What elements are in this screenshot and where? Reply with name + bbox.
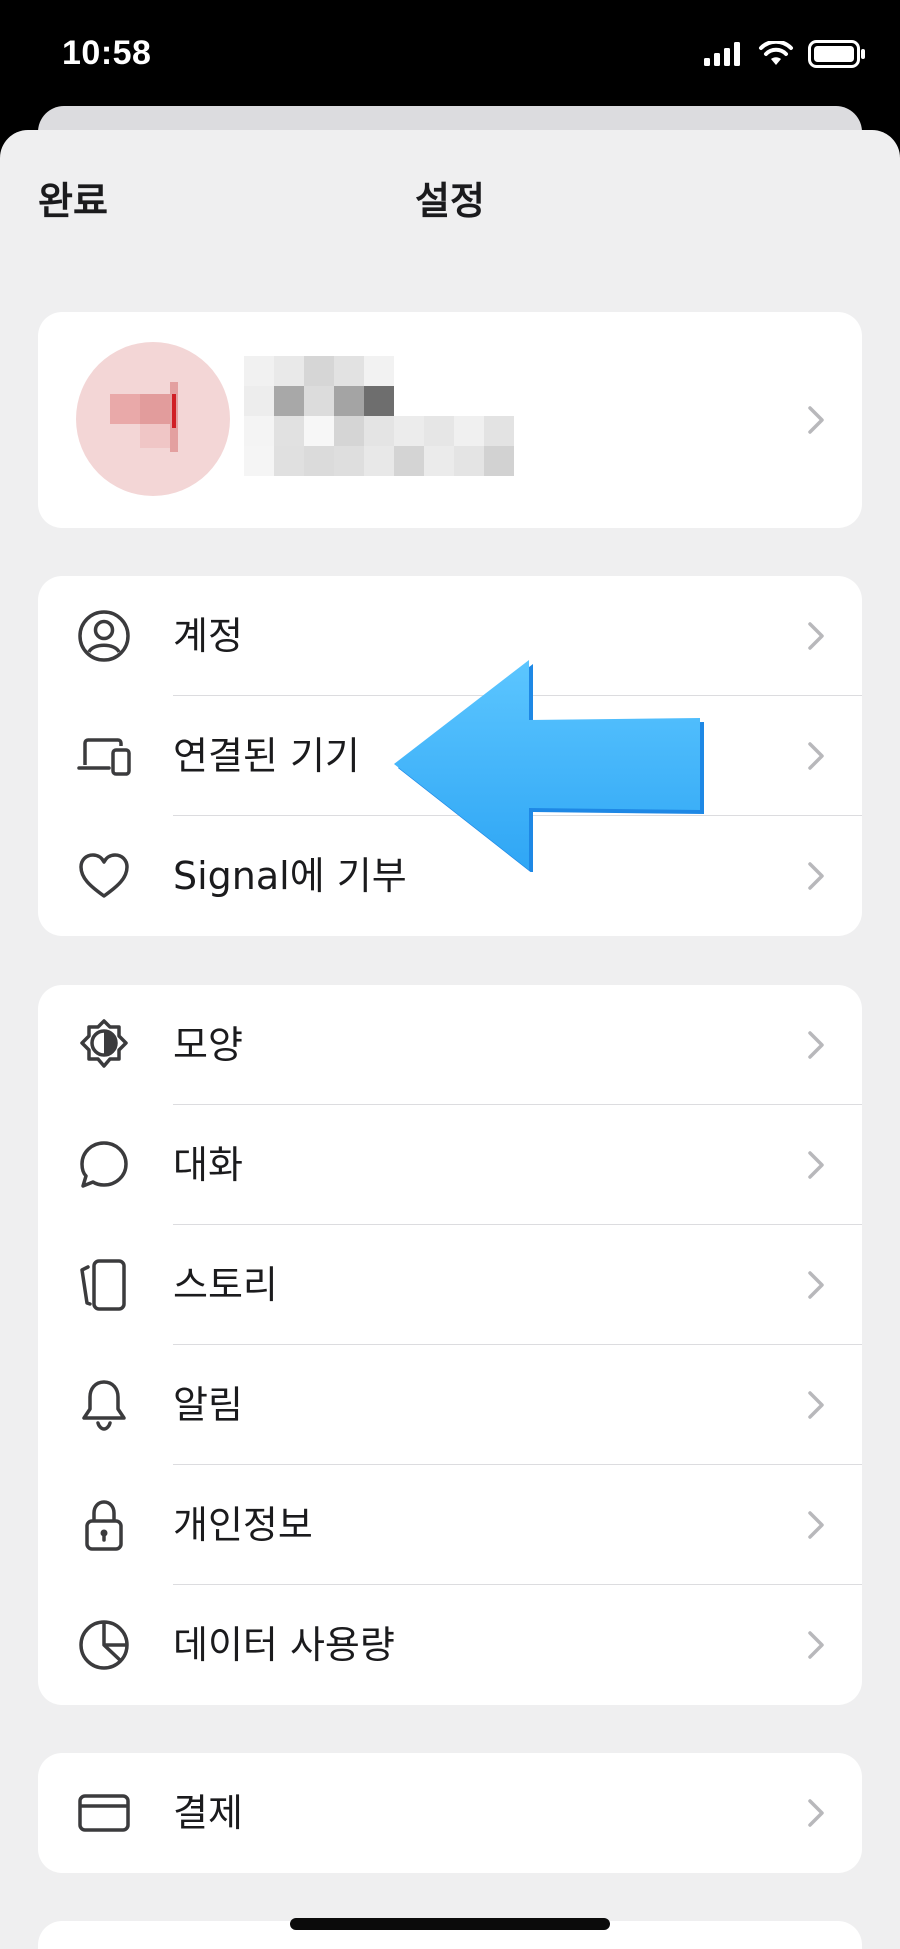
card-icon [78,1794,130,1832]
avatar [76,342,230,496]
row-label: Signal에 기부 [173,854,407,898]
row-stories[interactable]: 스토리 [38,1225,862,1345]
chevron-right-icon [808,622,824,650]
row-label: 데이터 사용량 [173,1623,395,1667]
row-payments[interactable]: 결제 [38,1753,862,1873]
bell-icon [82,1380,126,1431]
linked-devices-icon [77,738,131,776]
chevron-right-icon [808,1799,824,1827]
status-time: 10:58 [62,34,152,72]
chevron-right-icon [808,1271,824,1299]
page-title: 설정 [415,179,485,223]
chevron-right-icon [808,742,824,770]
account-icon [78,610,130,662]
chevron-right-icon [808,406,824,434]
cellular-signal-icon [704,42,740,66]
row-label: 결제 [173,1791,243,1835]
row-label: 모양 [173,1023,243,1067]
chevron-right-icon [808,1151,824,1179]
row-chats[interactable]: 대화 [38,1105,862,1225]
status-bar: 10:58 [0,0,900,120]
row-label: 연결된 기기 [173,734,360,778]
settings-group-2: 모양 대화 스토리 알림 개인정보 데이터 사용량 [38,985,862,1705]
chevron-right-icon [808,1391,824,1419]
chevron-right-icon [808,1511,824,1539]
settings-sheet: 설정 완료 계정 연결된 기기 Signal에 기부 모양 대화 스토리 알림 … [0,130,900,1949]
row-appearance[interactable]: 모양 [38,985,862,1105]
data-usage-icon [79,1620,129,1670]
battery-icon [808,40,865,68]
row-notifications[interactable]: 알림 [38,1345,862,1465]
stories-icon [80,1259,126,1311]
home-indicator [290,1918,610,1930]
row-label: 알림 [173,1383,243,1427]
row-label: 대화 [173,1143,243,1187]
row-data-usage[interactable]: 데이터 사용량 [38,1585,862,1705]
row-label: 계정 [173,614,243,658]
chat-icon [80,1141,128,1188]
heart-icon [79,853,129,898]
wifi-icon [759,41,793,65]
row-label: 개인정보 [173,1503,313,1547]
chevron-right-icon [808,1031,824,1059]
chevron-right-icon [808,862,824,890]
chevron-right-icon [808,1631,824,1659]
annotation-arrow-icon [394,660,704,872]
settings-group-3: 결제 [38,1753,862,1873]
lock-icon [85,1500,123,1551]
done-button[interactable]: 완료 [38,170,108,225]
row-label: 스토리 [173,1263,278,1307]
profile-card[interactable] [38,312,862,528]
appearance-icon [80,1019,128,1068]
row-privacy[interactable]: 개인정보 [38,1465,862,1585]
